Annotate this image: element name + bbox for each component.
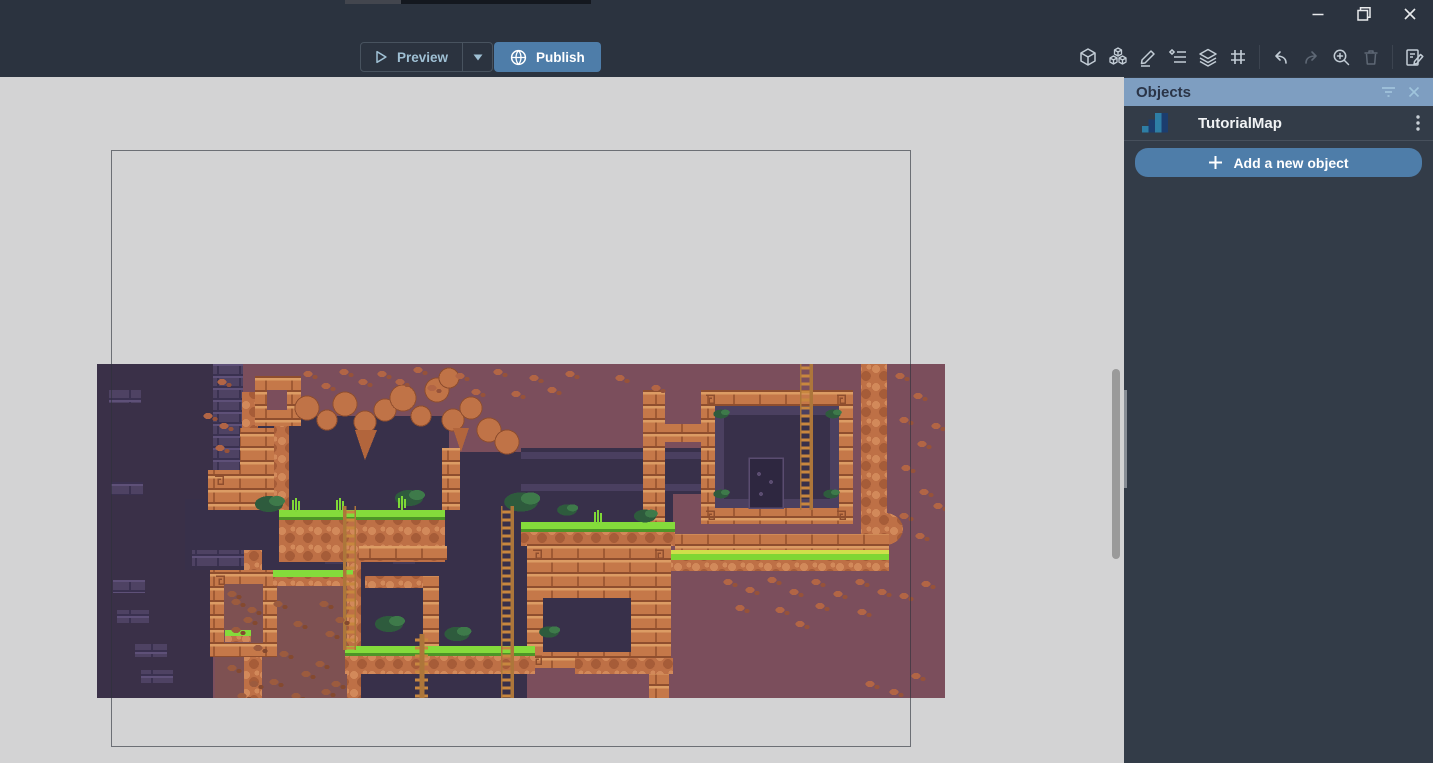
- window-controls: [1295, 0, 1433, 28]
- filter-objects-button[interactable]: [1375, 81, 1401, 103]
- toolbar-separator: [1392, 45, 1393, 69]
- publish-button-label: Publish: [536, 50, 585, 65]
- canvas-vertical-scrollbar[interactable]: [1112, 369, 1120, 559]
- top-tab-strip: [345, 0, 591, 4]
- toolbar-icon-group: [1075, 42, 1427, 72]
- plus-icon: [1208, 155, 1223, 170]
- titlebar: [0, 0, 1433, 36]
- restore-button[interactable]: [1341, 0, 1387, 28]
- close-button[interactable]: [1387, 0, 1433, 28]
- zoom-in-icon[interactable]: [1328, 44, 1354, 70]
- grid-icon[interactable]: [1225, 44, 1251, 70]
- globe-icon: [510, 49, 527, 66]
- objects-panel: Objects Tu: [1124, 77, 1433, 763]
- tilemap-thumbnail-icon: [1142, 112, 1168, 134]
- toolbar-separator: [1259, 45, 1260, 69]
- panel-scrollbar[interactable]: [1124, 390, 1127, 488]
- edit-pencil-icon[interactable]: [1135, 44, 1161, 70]
- object-list-item-tutorialmap[interactable]: TutorialMap: [1124, 106, 1433, 140]
- close-icon: [1403, 7, 1417, 21]
- redo-icon[interactable]: [1298, 44, 1324, 70]
- filter-icon: [1381, 86, 1396, 98]
- undo-icon[interactable]: [1268, 44, 1294, 70]
- objects-group-icon[interactable]: [1105, 44, 1131, 70]
- preview-button-label: Preview: [397, 50, 448, 65]
- panel-divider: [1124, 140, 1433, 141]
- play-icon: [373, 49, 389, 65]
- publish-button[interactable]: Publish: [494, 42, 601, 72]
- chevron-down-icon: [473, 54, 483, 61]
- objects-panel-title: Objects: [1124, 84, 1375, 101]
- layers-icon[interactable]: [1195, 44, 1221, 70]
- restore-icon: [1356, 6, 1372, 22]
- edit-scene-properties-icon[interactable]: [1401, 44, 1427, 70]
- scene-bounds-rectangle: [111, 150, 911, 747]
- gdevelop-editor-window: Preview Publish: [0, 0, 1433, 763]
- minimize-button[interactable]: [1295, 0, 1341, 28]
- preview-button-group: Preview: [360, 42, 493, 72]
- close-icon: [1408, 86, 1420, 98]
- 3d-box-icon[interactable]: [1075, 44, 1101, 70]
- object-options-menu-button[interactable]: [1403, 108, 1433, 138]
- toolbar: Preview Publish: [0, 36, 1433, 77]
- preview-button[interactable]: Preview: [361, 43, 462, 71]
- scene-editor-canvas[interactable]: [0, 77, 1124, 763]
- instances-list-icon[interactable]: [1165, 44, 1191, 70]
- object-name: TutorialMap: [1198, 115, 1403, 132]
- kebab-menu-icon: [1416, 115, 1420, 131]
- delete-icon[interactable]: [1358, 44, 1384, 70]
- close-panel-button[interactable]: [1401, 81, 1427, 103]
- add-new-object-label: Add a new object: [1233, 155, 1348, 171]
- minimize-icon: [1311, 7, 1325, 21]
- add-new-object-button[interactable]: Add a new object: [1135, 148, 1422, 177]
- objects-panel-header: Objects: [1124, 78, 1433, 106]
- preview-options-dropdown[interactable]: [462, 43, 492, 71]
